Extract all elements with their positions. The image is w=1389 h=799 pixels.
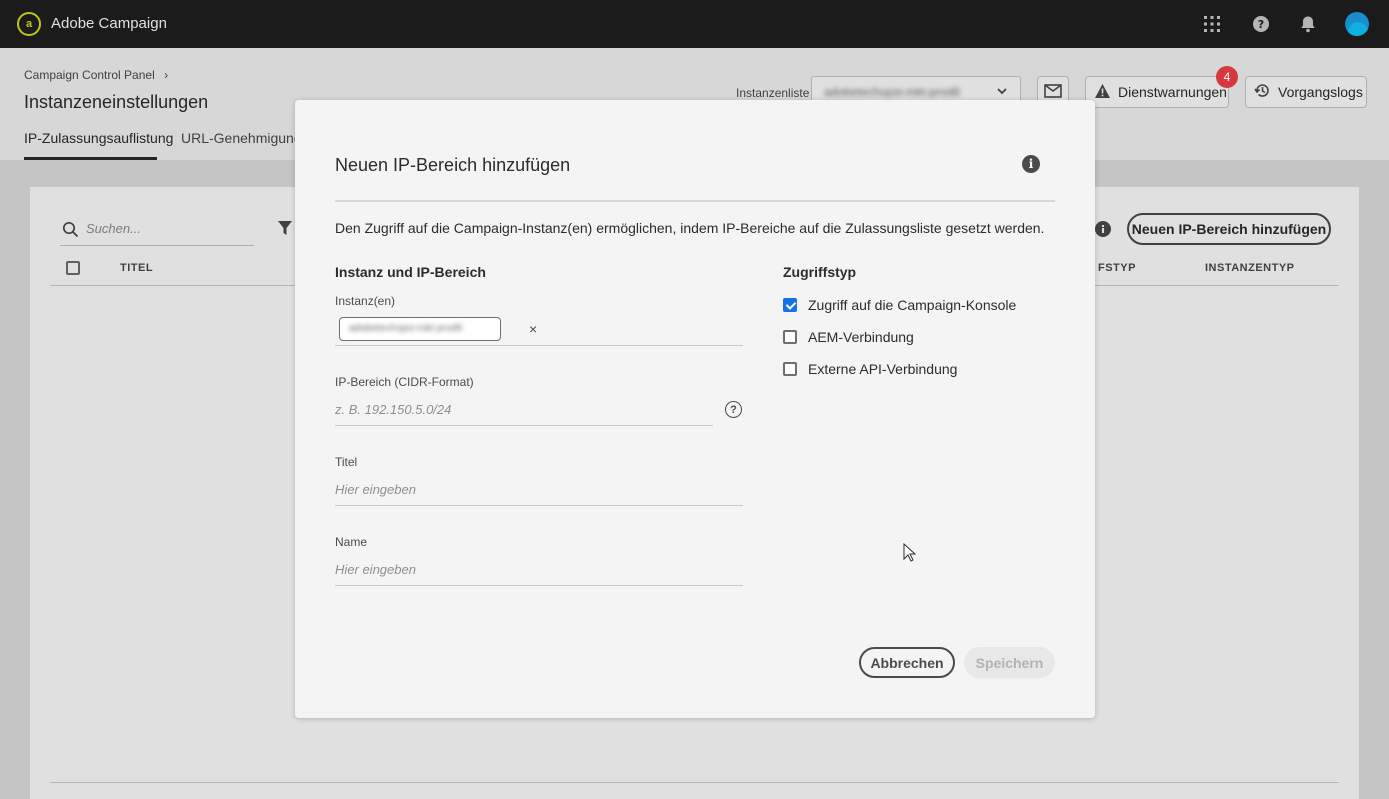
section-access-type: Zugriffstyp (783, 264, 857, 280)
ip-range-label: IP-Bereich (CIDR-Format) (335, 375, 474, 389)
name-placeholder: Hier eingeben (335, 562, 416, 577)
title-placeholder: Hier eingeben (335, 482, 416, 497)
campaign-console-label: Zugriff auf die Campaign-Konsole (808, 297, 1017, 313)
name-label: Name (335, 535, 368, 549)
cancel-button[interactable]: Abbrechen (859, 647, 955, 678)
add-ip-range-dialog: Neuen IP-Bereich hinzufügen i Den Zugrif… (295, 100, 1095, 718)
info-icon[interactable]: i (1022, 155, 1040, 173)
service-warnings-badge: 4 (1216, 66, 1238, 88)
mouse-cursor-icon (903, 542, 917, 568)
external-api-label: Externe API-Verbindung (808, 361, 958, 377)
save-button[interactable]: Speichern (964, 647, 1055, 678)
aem-connection-checkbox[interactable] (783, 330, 797, 344)
access-external-api[interactable]: Externe API-Verbindung (783, 361, 957, 377)
title-label: Titel (335, 455, 358, 469)
external-api-checkbox[interactable] (783, 362, 797, 376)
help-icon[interactable]: ? (725, 401, 742, 418)
dialog-title: Neuen IP-Bereich hinzufügen (335, 155, 571, 175)
access-campaign-console[interactable]: Zugriff auf die Campaign-Konsole (783, 297, 1016, 313)
ip-range-placeholder: z. B. 192.150.5.0/24 (335, 402, 452, 417)
dialog-divider (335, 200, 1055, 202)
campaign-console-checkbox[interactable] (783, 298, 797, 312)
instance-tag: adobetechopsi-mkt-prod6 × (339, 317, 537, 341)
dialog-description: Den Zugriff auf die Campaign-Instanz(en)… (335, 220, 1045, 236)
access-aem-connection[interactable]: AEM-Verbindung (783, 329, 914, 345)
remove-tag-icon[interactable]: × (529, 321, 537, 337)
instance-tag-label: adobetechopsi-mkt-prod6 (349, 323, 463, 334)
aem-connection-label: AEM-Verbindung (808, 329, 914, 345)
section-instance-ip: Instanz und IP-Bereich (335, 264, 486, 280)
instances-label: Instanz(en) (335, 294, 396, 308)
